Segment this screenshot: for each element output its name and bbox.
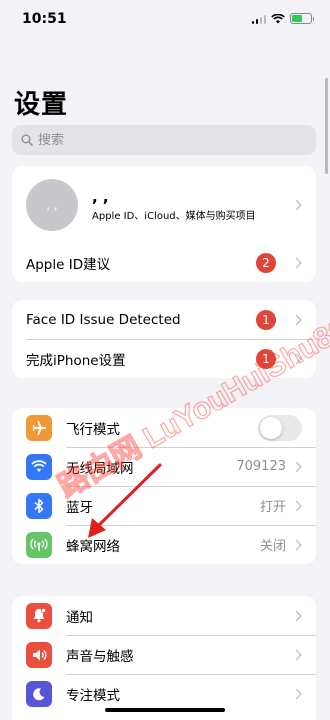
- notifications-label: 通知: [66, 609, 93, 626]
- notifications-row[interactable]: 通知: [12, 596, 316, 635]
- bell-icon: [26, 602, 52, 629]
- cellular-signal-icon: [251, 14, 266, 24]
- bluetooth-icon: [26, 492, 52, 519]
- wifi-label: 无线局域网: [66, 460, 134, 477]
- chevron-right-icon: [295, 609, 302, 622]
- cellular-label: 蜂窝网络: [66, 538, 120, 555]
- connectivity-group: 飞行模式 无线局域网 709123 蓝牙 打开 蜂窝网络 关闭: [12, 408, 316, 564]
- speaker-icon: [26, 641, 52, 668]
- cellular-status: 关闭: [259, 539, 286, 554]
- wifi-row[interactable]: 无线局域网 709123: [12, 447, 316, 486]
- profile-subtitle: Apple ID、iCloud、媒体与购买项目: [92, 210, 256, 222]
- notifications-group: 通知 声音与触感 专注模式: [12, 596, 316, 720]
- status-time: 10:51: [22, 11, 67, 27]
- chevron-right-icon: [295, 313, 302, 326]
- chevron-right-icon: [295, 538, 302, 551]
- sounds-haptics-row[interactable]: 声音与触感: [12, 635, 316, 674]
- chevron-right-icon: [295, 687, 302, 700]
- bluetooth-status: 打开: [259, 500, 286, 515]
- bluetooth-label: 蓝牙: [66, 499, 93, 516]
- chevron-right-icon: [295, 199, 302, 211]
- page-title: 设置: [14, 90, 69, 120]
- scroll-indicator[interactable]: [325, 78, 328, 174]
- face-id-issue-label: Face ID Issue Detected: [26, 311, 181, 328]
- notification-badge: 2: [256, 253, 276, 273]
- chevron-right-icon: [295, 352, 302, 365]
- home-indicator[interactable]: [105, 708, 225, 712]
- apple-id-suggestions-row[interactable]: Apple ID建议 2: [12, 244, 316, 282]
- airplane-icon: [26, 414, 52, 441]
- finish-iphone-setup-label: 完成iPhone设置: [26, 352, 126, 369]
- airplane-mode-row: 飞行模式: [12, 408, 316, 447]
- battery-icon: [290, 13, 314, 24]
- search-icon: [21, 134, 33, 146]
- profile-row[interactable]: , , , , Apple ID、iCloud、媒体与购买项目: [12, 166, 316, 244]
- notification-badge: 1: [256, 309, 276, 330]
- airplane-mode-label: 飞行模式: [66, 421, 120, 438]
- cellular-icon: [26, 531, 52, 558]
- wifi-status-icon: [271, 13, 285, 23]
- status-bar: 10:51: [0, 0, 330, 40]
- setup-group: Face ID Issue Detected 1 完成iPhone设置 1: [12, 300, 316, 378]
- search-bar[interactable]: [12, 125, 316, 155]
- chevron-right-icon: [295, 257, 302, 269]
- focus-label: 专注模式: [66, 687, 120, 704]
- face-id-issue-row[interactable]: Face ID Issue Detected 1: [12, 300, 316, 339]
- chevron-right-icon: [295, 648, 302, 661]
- apple-id-suggestions-label: Apple ID建议: [26, 257, 111, 273]
- wifi-icon: [26, 453, 52, 480]
- sounds-haptics-label: 声音与触感: [66, 648, 134, 665]
- notification-badge: 1: [256, 348, 276, 369]
- battery-level: [292, 15, 302, 22]
- status-icons: [251, 13, 314, 24]
- chevron-right-icon: [295, 499, 302, 512]
- search-input[interactable]: [38, 132, 288, 148]
- chevron-right-icon: [295, 460, 302, 473]
- finish-iphone-setup-row[interactable]: 完成iPhone设置 1: [12, 339, 316, 378]
- profile-name: , ,: [92, 187, 109, 206]
- airplane-mode-toggle[interactable]: [258, 414, 302, 441]
- cellular-row[interactable]: 蜂窝网络 关闭: [12, 525, 316, 564]
- bluetooth-row[interactable]: 蓝牙 打开: [12, 486, 316, 525]
- toggle-knob: [260, 416, 282, 439]
- avatar: , ,: [26, 179, 78, 231]
- profile-group: , , , , Apple ID、iCloud、媒体与购买项目 Apple ID…: [12, 166, 316, 282]
- wifi-network-name: 709123: [236, 459, 286, 474]
- moon-icon: [26, 680, 52, 707]
